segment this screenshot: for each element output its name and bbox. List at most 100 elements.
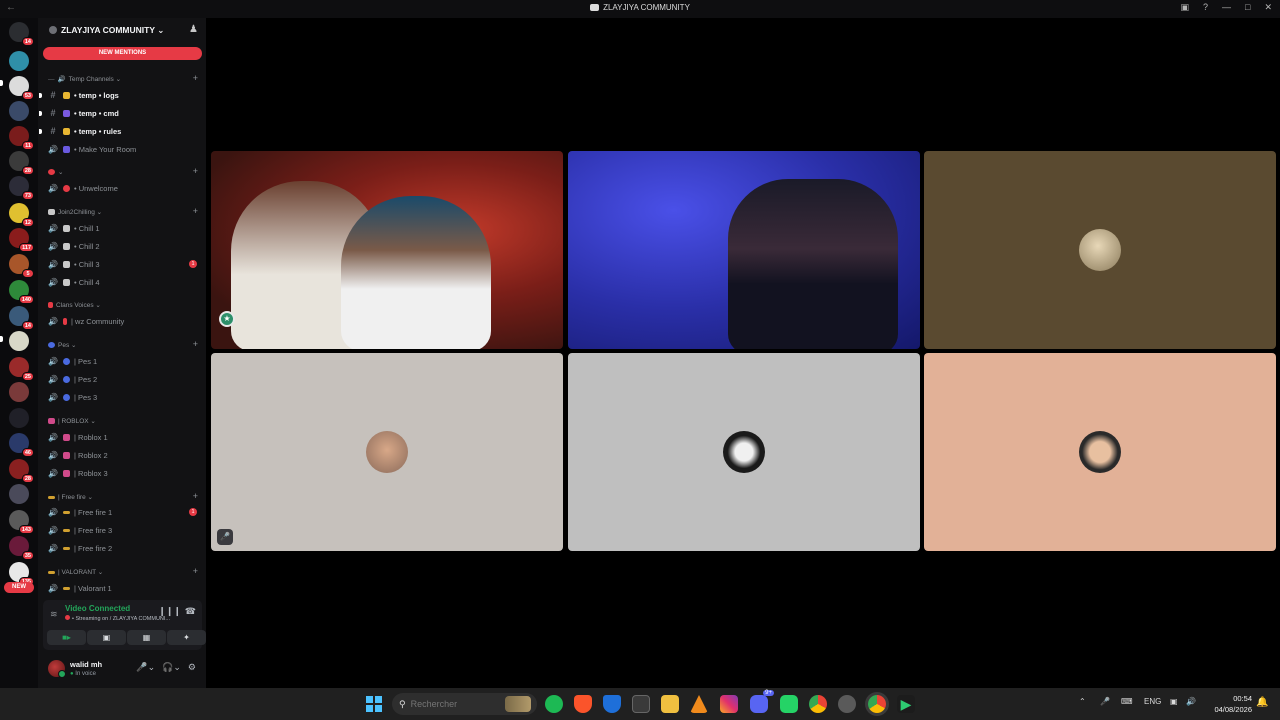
server-icon[interactable]: 5 <box>9 254 34 278</box>
server-icon[interactable] <box>9 51 29 71</box>
server-icon[interactable]: 117 <box>9 228 34 252</box>
minimize-icon[interactable]: — <box>1222 2 1231 13</box>
create-channel-icon[interactable]: + <box>193 566 198 576</box>
create-channel-icon[interactable]: + <box>193 73 198 83</box>
channel-chill-1[interactable]: 🔊 • Chill 1 <box>47 220 201 236</box>
channel-roblox-3[interactable]: 🔊 | Roblox 3 <box>47 465 201 481</box>
channel-free-fire-2[interactable]: 🔊 | Free fire 2 <box>47 540 201 556</box>
category-free-fire[interactable]: | Free fire ⌄ <box>48 491 93 503</box>
server-icon[interactable]: 14 <box>9 306 34 330</box>
screen-share-button[interactable]: ▣ <box>87 630 126 645</box>
chrome-active-icon[interactable] <box>868 695 886 713</box>
add-member-icon[interactable]: ♟ <box>189 24 198 35</box>
category-join2chilling[interactable]: Join2Chilling ⌄ <box>48 206 102 218</box>
server-icon[interactable] <box>9 484 29 504</box>
channel-roblox-1[interactable]: 🔊 | Roblox 1 <box>47 429 201 445</box>
channel-free-fire-3[interactable]: 🔊 | Free fire 3 <box>47 522 201 538</box>
channel-free-fire-1[interactable]: 🔊 | Free fire 11 <box>47 504 201 520</box>
channel-temp-logs[interactable]: # • temp • logs <box>47 87 201 103</box>
category-roblox[interactable]: | ROBLOX ⌄ <box>48 415 96 427</box>
soundboard-button[interactable]: ✦ <box>167 630 206 645</box>
server-icon[interactable]: 11 <box>9 126 34 150</box>
channel-pes-2[interactable]: 🔊 | Pes 2 <box>47 371 201 387</box>
store-icon[interactable] <box>632 695 650 713</box>
channel-pes-1[interactable]: 🔊 | Pes 1 <box>47 353 201 369</box>
taskbar-search[interactable]: ⚲ <box>392 693 537 715</box>
new-servers-pill[interactable]: NEW <box>4 582 34 593</box>
channel-chill-4[interactable]: 🔊 • Chill 4 <box>47 274 201 290</box>
clock[interactable]: 00:54 04/08/2026 <box>1214 693 1252 715</box>
language-indicator[interactable]: ENG <box>1144 697 1161 706</box>
server-icon[interactable]: 140 <box>9 280 34 304</box>
steam-icon[interactable] <box>838 695 856 713</box>
activities-button[interactable]: ▦ <box>127 630 166 645</box>
chevron-up-icon[interactable]: ⌃ <box>1079 697 1086 706</box>
avatar[interactable] <box>48 660 66 678</box>
channel-pes-3[interactable]: 🔊 | Pes 3 <box>47 389 201 405</box>
server-icon[interactable] <box>9 331 29 351</box>
server-icon[interactable] <box>9 382 29 402</box>
instagram-icon[interactable] <box>720 695 738 713</box>
help-icon[interactable]: ? <box>1203 2 1208 13</box>
vlc-icon[interactable] <box>690 695 708 713</box>
video-tile-avatar[interactable] <box>924 353 1276 551</box>
keyboard-icon[interactable]: ⌨ <box>1121 697 1133 706</box>
mic-tray-icon[interactable]: 🎤 <box>1100 697 1110 706</box>
spotify-icon[interactable] <box>545 695 563 713</box>
create-channel-icon[interactable]: + <box>193 166 198 176</box>
server-icon[interactable]: 28 <box>9 459 34 483</box>
voice-status[interactable]: Video Connected <box>65 604 130 613</box>
server-icon[interactable]: 25 <box>9 357 34 381</box>
network-icon[interactable]: ▣ <box>1170 697 1178 706</box>
channel-temp-cmd[interactable]: # • temp • cmd <box>47 105 201 121</box>
windows-start-icon[interactable] <box>366 696 382 712</box>
category-valorant[interactable]: | VALORANT ⌄ <box>48 566 103 578</box>
server-icon[interactable] <box>9 408 29 428</box>
new-mentions-button[interactable]: NEW MENTIONS <box>43 47 202 60</box>
server-icon[interactable]: 28 <box>9 151 34 175</box>
video-tile-avatar[interactable] <box>568 353 920 551</box>
category-temp-channels[interactable]: — 🔊 Temp Channels ⌄ <box>48 73 121 85</box>
maximize-icon[interactable]: □ <box>1245 2 1250 13</box>
server-icon[interactable] <box>9 101 29 121</box>
direct-messages-button[interactable]: 14 <box>9 22 34 46</box>
category-pes[interactable]: Pes ⌄ <box>48 339 76 351</box>
channel-make-your-room[interactable]: 🔊 • Make Your Room <box>47 141 201 157</box>
channel-wz-community[interactable]: 🔊 | wz Community <box>47 313 201 329</box>
file-explorer-icon[interactable] <box>661 695 679 713</box>
server-icon[interactable]: 12 <box>9 203 34 227</box>
server-icon[interactable]: 143 <box>9 510 34 534</box>
signal-icon[interactable]: ≋ <box>50 609 58 620</box>
video-tile-avatar[interactable]: 🎤 <box>211 353 563 551</box>
create-channel-icon[interactable]: + <box>193 491 198 501</box>
camera-button[interactable]: ■▸ <box>47 630 86 645</box>
server-header[interactable]: ZLAYJIYA COMMUNITY ⌄ ♟ <box>38 18 206 43</box>
defender-icon[interactable] <box>603 695 621 713</box>
create-channel-icon[interactable]: + <box>193 339 198 349</box>
headphones-icon[interactable]: 🎧⌄ <box>162 662 181 673</box>
voice-channel-link[interactable]: • Streaming on / ZLAYJIYA COMMUNI... <box>65 615 170 622</box>
soundboard-icon[interactable]: ❙❙❙ <box>158 606 181 617</box>
inbox-icon[interactable]: ▣ <box>1180 2 1189 13</box>
channel-temp-rules[interactable]: # • temp • rules <box>47 123 201 139</box>
server-icon[interactable]: 73 <box>9 176 34 200</box>
volume-icon[interactable]: 🔊 <box>1186 697 1196 706</box>
server-icon[interactable]: 135 <box>9 562 34 586</box>
channel-unwelcome[interactable]: 🔊 • Unwelcome <box>47 180 201 196</box>
mic-icon[interactable]: 🎤⌄ <box>136 662 155 673</box>
search-input[interactable] <box>410 699 501 709</box>
video-tile-camera[interactable] <box>568 151 920 349</box>
whatsapp-icon[interactable] <box>780 695 798 713</box>
disconnect-icon[interactable]: ☎ <box>185 606 196 617</box>
settings-icon[interactable]: ⚙ <box>188 662 196 673</box>
discord-icon[interactable]: 9+ <box>750 690 774 713</box>
channel-roblox-2[interactable]: 🔊 | Roblox 2 <box>47 447 201 463</box>
channel-valorant-1[interactable]: 🔊 | Valorant 1 <box>47 580 201 596</box>
server-icon[interactable]: 46 <box>9 433 34 457</box>
video-tile-avatar[interactable] <box>924 151 1276 349</box>
server-icon[interactable]: 35 <box>9 536 34 560</box>
close-icon[interactable]: ✕ <box>1264 2 1272 13</box>
create-channel-icon[interactable]: + <box>193 206 198 216</box>
category-clans-voices[interactable]: Clans Voices ⌄ <box>48 299 101 311</box>
channel-chill-3[interactable]: 🔊 • Chill 31 <box>47 256 201 272</box>
